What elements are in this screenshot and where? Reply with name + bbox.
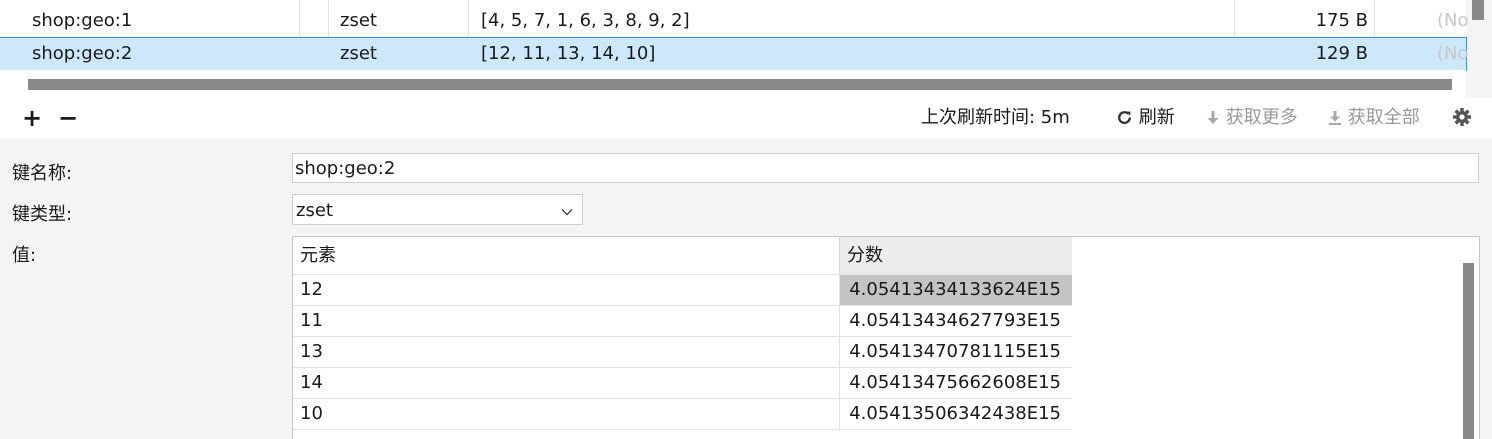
table-row[interactable]: 12 4.05413434133624E15 [293,274,1072,305]
arrow-down-icon [1206,107,1226,128]
score-cell[interactable]: 4.05413434627793E15 [839,306,1072,336]
gear-icon[interactable] [1452,98,1472,138]
key-name-label: 键名称: [12,163,73,184]
download-icon [1328,107,1348,128]
key-type-value: zset [296,200,333,221]
chevron-down-icon [561,195,573,226]
score-cell[interactable]: 4.05413470781115E15 [839,337,1072,367]
key-value-cell: [4, 5, 7, 1, 6, 3, 8, 9, 2] [481,10,690,31]
refresh-button[interactable]: 刷新 [1116,98,1175,138]
add-key-button[interactable]: + [22,98,42,138]
remove-key-button[interactable]: − [58,98,78,138]
table-row[interactable]: 13 4.05413470781115E15 [293,336,1072,367]
member-cell[interactable]: 13 [293,337,839,367]
key-list-table: shop:geo:1 zset [4, 5, 7, 1, 6, 3, 8, 9,… [0,0,1469,71]
member-cell[interactable]: 11 [293,306,839,336]
member-cell[interactable]: 10 [293,399,839,429]
key-row[interactable]: shop:geo:1 zset [4, 5, 7, 1, 6, 3, 8, 9,… [0,5,1469,37]
table-row[interactable]: 14 4.05413475662608E15 [293,367,1072,398]
key-list-horizontal-scrollbar[interactable] [0,70,1466,98]
key-type-select[interactable]: zset [292,194,583,225]
fetch-more-button[interactable]: 获取更多 [1206,98,1298,138]
table-row[interactable]: 10 4.05413506342438E15 [293,398,1072,429]
score-cell[interactable]: 4.05413475662608E15 [839,368,1072,398]
key-type-cell: zset [340,10,377,31]
column-header-score[interactable]: 分数 [839,237,1072,274]
key-name-cell: shop:geo:2 [32,43,133,64]
fetch-all-label: 获取全部 [1347,107,1420,128]
score-cell[interactable]: 4.05413506342438E15 [839,399,1072,429]
refresh-label: 刷新 [1138,107,1175,128]
key-size-cell: 129 B [1315,43,1368,64]
toolbar: + − 上次刷新时间: 5m 刷新 获取更多 获取全部 [0,98,1492,138]
table-row[interactable]: 11 4.05413434627793E15 [293,305,1072,336]
member-cell[interactable]: 12 [293,275,839,305]
table-header: 元素 分数 [293,237,1072,274]
key-type-label: 键类型: [12,204,73,225]
value-label: 值: [12,245,37,266]
last-refresh-time: 上次刷新时间: 5m [921,107,1070,128]
key-type-cell: zset [340,43,377,64]
key-row-selected[interactable]: shop:geo:2 zset [12, 11, 13, 14, 10] 129… [0,37,1469,71]
key-size-cell: 175 B [1315,10,1368,31]
key-name-field[interactable]: shop:geo:2 [292,153,1479,183]
score-cell-selected[interactable]: 4.05413434133624E15 [839,275,1072,305]
value-table: 元素 分数 12 4.05413434133624E15 11 4.054134… [292,236,1480,439]
key-list-vertical-scrollbar[interactable] [1472,0,1484,20]
column-header-member[interactable]: 元素 [293,237,839,274]
row-divider [293,429,1072,430]
value-table-scrollbar[interactable] [1463,263,1474,439]
key-name-cell: shop:geo:1 [32,10,133,31]
key-ttl-cell: (No [1437,10,1469,31]
scrollbar-thumb[interactable] [28,79,1452,90]
member-cell[interactable]: 14 [293,368,839,398]
fetch-more-label: 获取更多 [1225,107,1298,128]
key-value-cell: [12, 11, 13, 14, 10] [481,43,656,64]
key-ttl-cell: (No [1437,43,1469,64]
fetch-all-button[interactable]: 获取全部 [1328,98,1420,138]
refresh-icon [1116,107,1139,128]
